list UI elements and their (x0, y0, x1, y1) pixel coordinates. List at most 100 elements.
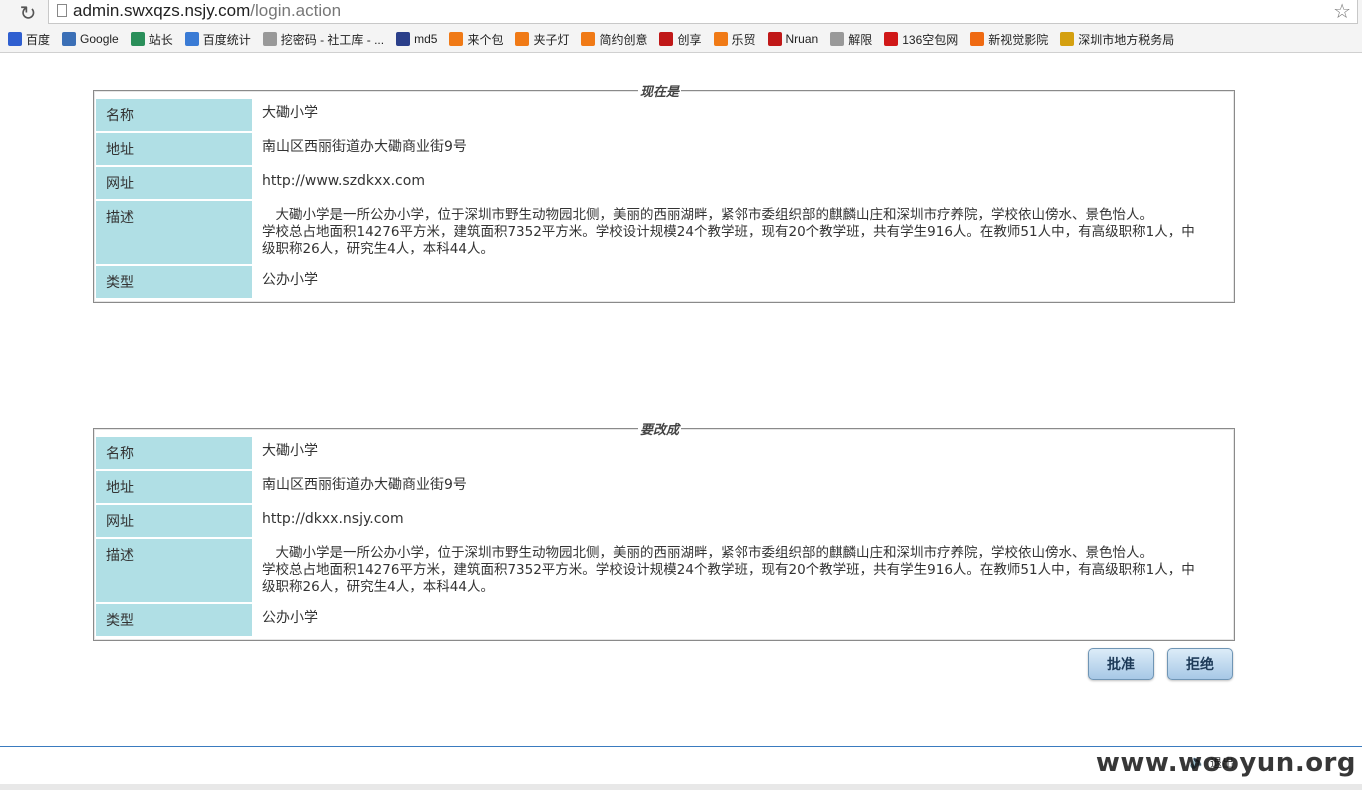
bookmark-label: Google (80, 32, 119, 46)
page-icon (262, 32, 277, 46)
bookmark-item[interactable]: 136空包网 (884, 31, 958, 48)
address-label: 地址 (96, 471, 252, 503)
url-host: admin.swxqzs.nsjy.com (73, 1, 251, 20)
bookmark-label: 解限 (848, 32, 873, 47)
bookmark-item[interactable]: 百度统计 (184, 31, 251, 48)
proposed-name-row: 名称 大磡小学 (96, 437, 1232, 471)
name-value: 大磡小学 (262, 105, 318, 121)
chart-icon (184, 32, 199, 46)
baidu-paw-icon (8, 32, 22, 46)
bookmark-label: 百度统计 (202, 32, 251, 47)
bookmark-label: 挖密码 - 社工库 - ... (280, 32, 385, 47)
bookmark-item[interactable]: 简约创意 (581, 31, 647, 48)
current-record-fieldset: 现在是 名称 大磡小学 地址 南山区西丽街道办大磡商业街9号 网址 http:/… (93, 81, 1235, 303)
address-label: 地址 (96, 133, 252, 165)
proposed-description-row: 描述 大磡小学是一所公办小学，位于深圳市野生动物园北侧，美丽的西丽湖畔，紧邻市委… (96, 539, 1232, 604)
bookmark-label: 136空包网 (902, 32, 959, 47)
bookmark-star-icon[interactable]: ☆ (1333, 0, 1351, 23)
bookmark-label: md5 (414, 32, 438, 46)
bookmark-label: 站长 (148, 32, 173, 47)
proposed-legend: 要改成 (638, 419, 682, 438)
proposed-record-fieldset: 要改成 名称 大磡小学 地址 南山区西丽街道办大磡商业街9号 网址 http:/… (93, 419, 1235, 641)
description-line-1: 大磡小学是一所公办小学，位于深圳市野生动物园北侧，美丽的西丽湖畔，紧邻市委组织部… (262, 545, 1153, 561)
shui-icon (1060, 32, 1075, 46)
film-icon (970, 32, 985, 46)
name-value: 大磡小学 (262, 443, 318, 459)
website-label: 网址 (96, 505, 252, 537)
proposed-website-row: 网址 http://dkxx.nsjy.com (96, 505, 1232, 539)
address-value: 南山区西丽街道办大磡商业街9号 (262, 477, 467, 493)
reject-button[interactable]: 拒绝 (1167, 648, 1233, 680)
description-label: 描述 (96, 201, 252, 264)
bookmark-item[interactable]: 挖密码 - 社工库 - ... (262, 31, 385, 48)
google-bird-icon (62, 32, 77, 46)
bookmark-item[interactable]: 解限 (830, 31, 872, 48)
description-line-1: 大磡小学是一所公办小学，位于深圳市野生动物园北侧，美丽的西丽湖畔，紧邻市委组织部… (262, 207, 1153, 223)
bookmark-label: 乐贸 (731, 32, 756, 47)
bookmark-label: 百度 (26, 32, 51, 47)
bookmarks-bar: 百度 Google 站长 百度统计 挖密码 - 社工库 - ... md5 来个包 夹子灯 简约… (0, 28, 1362, 50)
bookmark-item[interactable]: 创享 (659, 31, 702, 48)
proposed-type-row: 类型 公办小学 (96, 604, 1232, 636)
taobao-icon (515, 32, 530, 46)
address-row: ↻ admin.swxqzs.nsjy.com/login.action ☆ (0, 0, 1362, 26)
zhanzhang-icon (130, 32, 145, 46)
current-legend: 现在是 (638, 81, 682, 100)
description-line-2: 学校总占地面积14276平方米，建筑面积7352平方米。学校设计规模24个教学班… (262, 562, 1195, 595)
bookmark-label: 深圳市地方税务局 (1078, 32, 1175, 47)
type-label: 类型 (96, 604, 252, 636)
description-value: 大磡小学是一所公办小学，位于深圳市野生动物园北侧，美丽的西丽湖畔，紧邻市委组织部… (252, 539, 1232, 602)
footer-divider (0, 746, 1362, 747)
grid-icon (396, 32, 411, 46)
window-bottom-bar (0, 784, 1362, 790)
bookmark-item[interactable]: Google (62, 32, 119, 46)
taobao-icon (713, 32, 728, 46)
bookmark-item[interactable]: 夹子灯 (515, 31, 569, 48)
t-icon (659, 32, 674, 46)
current-name-row: 名称 大磡小学 (96, 99, 1232, 133)
type-label: 类型 (96, 266, 252, 298)
bookmark-label: 夹子灯 (533, 32, 570, 47)
url-text[interactable]: admin.swxqzs.nsjy.com/login.action (73, 1, 341, 21)
current-address-row: 地址 南山区西丽街道办大磡商业街9号 (96, 133, 1232, 167)
address-bar[interactable]: admin.swxqzs.nsjy.com/login.action ☆ (48, 0, 1358, 24)
bookmark-label: 来个包 (467, 32, 504, 47)
current-description-row: 描述 大磡小学是一所公办小学，位于深圳市野生动物园北侧，美丽的西丽湖畔，紧邻市委… (96, 201, 1232, 266)
bookmark-item[interactable]: 深圳市地方税务局 (1060, 31, 1174, 48)
page-icon (57, 4, 67, 17)
current-type-row: 类型 公办小学 (96, 266, 1232, 298)
website-value: http://dkxx.nsjy.com (262, 511, 404, 527)
bookmark-item[interactable]: 站长 (130, 31, 173, 48)
page-icon (830, 32, 845, 46)
type-value: 公办小学 (262, 272, 318, 288)
approve-button[interactable]: 批准 (1088, 648, 1154, 680)
bookmark-item[interactable]: 百度 (8, 31, 50, 48)
taobao-icon (449, 32, 464, 46)
name-label: 名称 (96, 99, 252, 131)
bookmark-item[interactable]: 乐贸 (713, 31, 756, 48)
bookmark-item[interactable]: 新视觉影院 (970, 31, 1048, 48)
website-label: 网址 (96, 167, 252, 199)
dan-icon (884, 32, 899, 46)
taobao-icon (581, 32, 596, 46)
url-path: /login.action (250, 1, 342, 20)
browser-chrome: ↻ admin.swxqzs.nsjy.com/login.action ☆ 百… (0, 0, 1362, 53)
address-value: 南山区西丽街道办大磡商业街9号 (262, 139, 467, 155)
bookmark-label: 新视觉影院 (988, 32, 1049, 47)
n-icon (767, 32, 782, 46)
bookmark-label: 创享 (677, 32, 702, 47)
description-label: 描述 (96, 539, 252, 602)
bookmark-item[interactable]: Nruan (767, 32, 819, 46)
watermark: www.wooyun.org (1095, 748, 1356, 778)
reload-icon[interactable]: ↻ (16, 1, 40, 25)
bookmark-label: 简约创意 (599, 32, 648, 47)
description-line-2: 学校总占地面积14276平方米，建筑面积7352平方米。学校设计规模24个教学班… (262, 224, 1195, 257)
bookmark-label: Nruan (785, 32, 819, 46)
name-label: 名称 (96, 437, 252, 469)
proposed-address-row: 地址 南山区西丽街道办大磡商业街9号 (96, 471, 1232, 505)
website-value: http://www.szdkxx.com (262, 173, 425, 189)
bookmark-item[interactable]: 来个包 (449, 31, 503, 48)
type-value: 公办小学 (262, 610, 318, 626)
description-value: 大磡小学是一所公办小学，位于深圳市野生动物园北侧，美丽的西丽湖畔，紧邻市委组织部… (252, 201, 1232, 264)
bookmark-item[interactable]: md5 (396, 32, 437, 46)
